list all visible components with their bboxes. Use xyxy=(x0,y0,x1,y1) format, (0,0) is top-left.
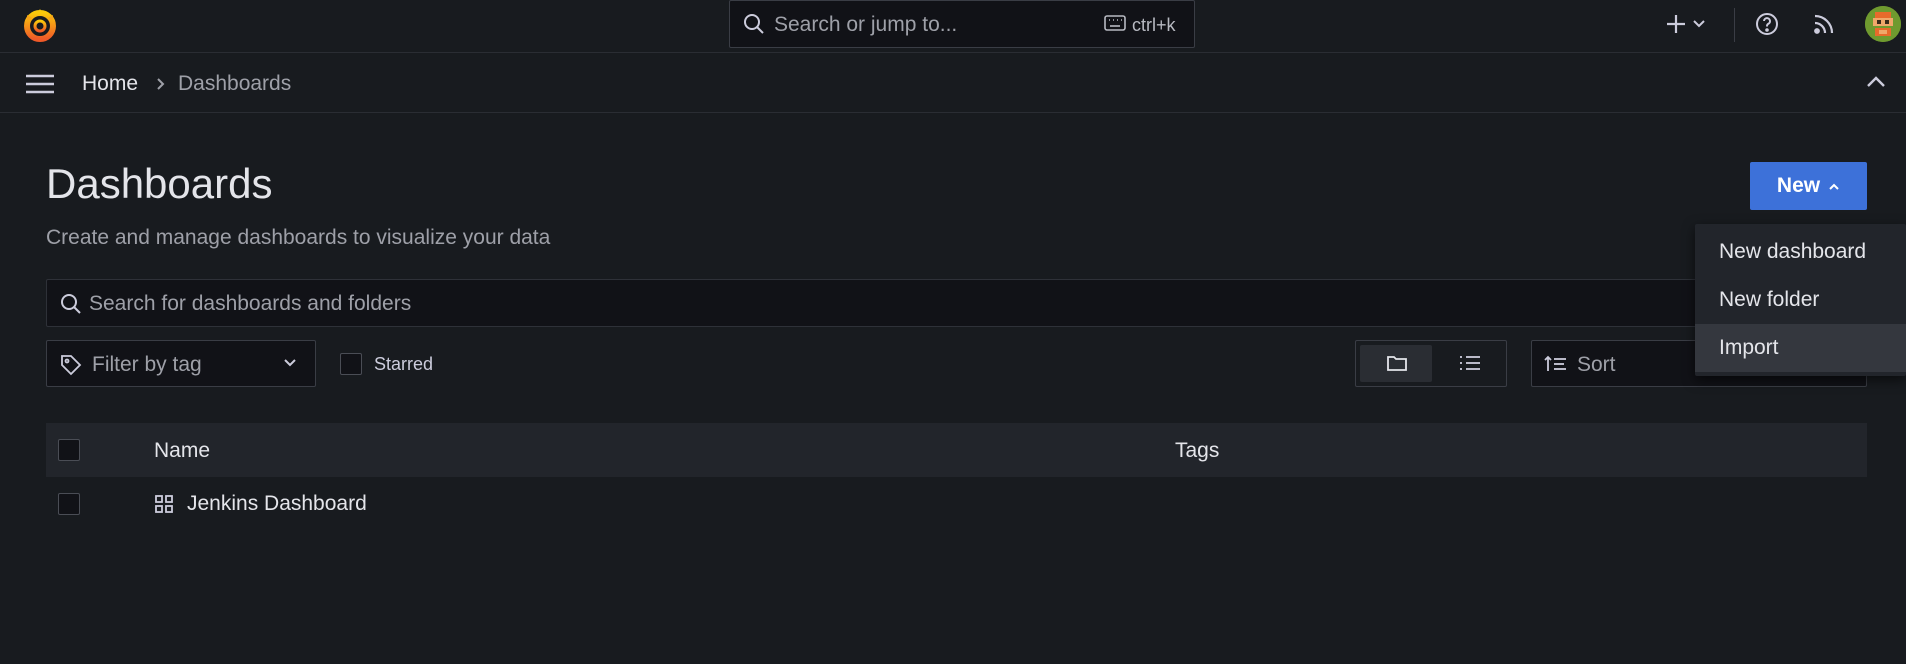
new-button[interactable]: New xyxy=(1750,162,1867,210)
table-row[interactable]: Jenkins Dashboard xyxy=(46,477,1867,531)
menu-item-import[interactable]: Import xyxy=(1695,324,1906,372)
sort-icon xyxy=(1544,354,1568,379)
dashboard-search-input[interactable]: Search for dashboards and folders xyxy=(46,279,1867,327)
plus-icon xyxy=(1664,10,1688,43)
select-all-checkbox[interactable] xyxy=(58,439,80,461)
breadcrumb-bar: Home Dashboards xyxy=(0,54,1906,113)
search-shortcut: ctrl+k xyxy=(1104,15,1176,36)
chevron-down-icon xyxy=(1692,17,1706,36)
help-icon[interactable] xyxy=(1754,11,1780,42)
breadcrumb-home[interactable]: Home xyxy=(82,72,138,96)
list-icon xyxy=(1460,356,1480,370)
add-new-button[interactable] xyxy=(1664,10,1706,43)
grafana-logo-icon[interactable] xyxy=(20,5,60,45)
avatar[interactable] xyxy=(1865,6,1901,42)
page-title: Dashboards xyxy=(46,160,273,207)
dashboard-name-link[interactable]: Jenkins Dashboard xyxy=(187,492,367,516)
new-dropdown-menu: New dashboard New folder Import xyxy=(1695,224,1906,376)
row-checkbox[interactable] xyxy=(58,493,80,515)
tag-filter-select[interactable]: Filter by tag xyxy=(46,340,316,387)
chevron-up-icon[interactable] xyxy=(1865,74,1887,95)
list-view-button[interactable] xyxy=(1458,353,1482,378)
topbar-divider xyxy=(1734,8,1735,42)
chevron-up-icon xyxy=(1828,174,1840,198)
top-navbar: Search or jump to... ctrl+k xyxy=(0,0,1906,53)
search-shortcut-text: ctrl+k xyxy=(1132,15,1176,35)
folder-icon xyxy=(1387,356,1407,371)
starred-filter[interactable]: Starred xyxy=(340,353,433,375)
menu-item-new-dashboard[interactable]: New dashboard xyxy=(1695,228,1906,276)
dashboard-apps-icon xyxy=(154,494,174,519)
dashboard-search-placeholder: Search for dashboards and folders xyxy=(89,292,412,315)
column-header-name: Name xyxy=(154,439,211,462)
tag-filter-placeholder: Filter by tag xyxy=(92,353,202,376)
keyboard-icon xyxy=(1104,15,1126,36)
dashboards-table: Name Tags Jenkins Dashboard xyxy=(46,423,1867,531)
global-search-placeholder: Search or jump to... xyxy=(774,13,958,36)
news-rss-icon[interactable] xyxy=(1811,11,1837,42)
sort-placeholder: Sort xyxy=(1577,353,1616,376)
search-icon xyxy=(59,292,83,321)
menu-icon[interactable] xyxy=(24,72,56,101)
chevron-right-icon xyxy=(155,76,167,97)
chevron-down-icon xyxy=(283,356,297,375)
page-subtitle: Create and manage dashboards to visualiz… xyxy=(46,226,551,249)
folder-view-button[interactable] xyxy=(1360,345,1432,382)
menu-item-new-folder[interactable]: New folder xyxy=(1695,276,1906,324)
search-icon xyxy=(742,12,766,41)
new-button-label: New xyxy=(1776,174,1821,197)
table-header: Name Tags xyxy=(46,423,1867,477)
breadcrumb-current: Dashboards xyxy=(178,72,292,95)
starred-label: Starred xyxy=(374,353,434,374)
tag-icon xyxy=(59,353,83,382)
starred-checkbox[interactable] xyxy=(340,353,362,375)
global-search-input[interactable]: Search or jump to... ctrl+k xyxy=(729,0,1195,48)
column-header-tags: Tags xyxy=(1175,439,1220,462)
view-mode-toggle[interactable] xyxy=(1355,340,1507,387)
